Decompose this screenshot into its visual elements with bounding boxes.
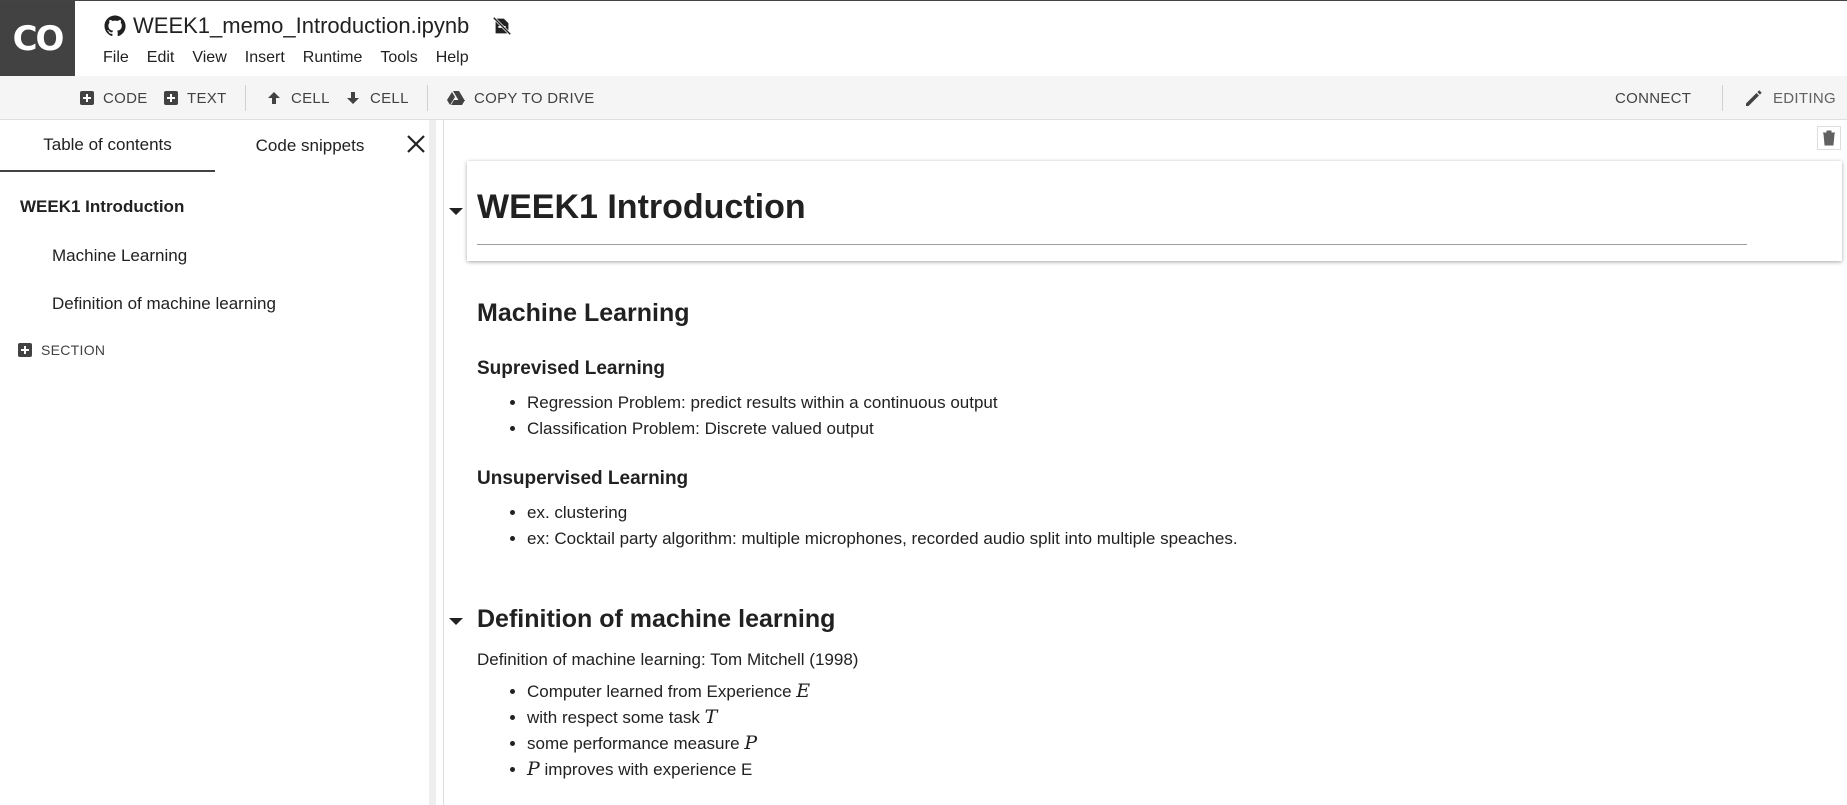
no-drive-icon[interactable] bbox=[491, 15, 513, 37]
list-item: P improves with experience E bbox=[527, 756, 810, 782]
list-item: ex: Cocktail party algorithm: multiple m… bbox=[527, 526, 1238, 552]
move-cell-down-button[interactable]: CELL bbox=[345, 76, 409, 120]
menu-runtime[interactable]: Runtime bbox=[303, 49, 363, 67]
menu-file[interactable]: File bbox=[103, 49, 129, 67]
list-item: Regression Problem: predict results with… bbox=[527, 390, 998, 416]
heading-unsupervised-learning: Unsupervised Learning bbox=[477, 468, 689, 489]
menu-edit[interactable]: Edit bbox=[147, 49, 175, 67]
list-item: Computer learned from Experience E bbox=[527, 678, 810, 704]
list-item: ex. clustering bbox=[527, 500, 1238, 526]
menu-bar: File Edit View Insert Runtime Tools Help bbox=[103, 49, 487, 67]
arrow-up-icon bbox=[268, 92, 280, 104]
add-section-label: SECTION bbox=[41, 342, 106, 358]
sidebar: Table of contents Code snippets WEEK1 In… bbox=[0, 120, 436, 805]
toolbar-divider bbox=[245, 85, 246, 111]
copy-to-drive-button[interactable]: COPY TO DRIVE bbox=[447, 76, 595, 120]
copy-to-drive-label: COPY TO DRIVE bbox=[474, 89, 595, 107]
list-text: some performance measure bbox=[527, 734, 745, 753]
heading-supervised-learning: Suprevised Learning bbox=[477, 358, 665, 379]
toc-item-machine-learning[interactable]: Machine Learning bbox=[52, 246, 187, 266]
menu-view[interactable]: View bbox=[192, 49, 226, 67]
move-cell-up-button[interactable]: CELL bbox=[266, 76, 330, 120]
add-code-button[interactable]: CODE bbox=[80, 76, 148, 120]
toolbar: CODE TEXT CELL CELL COPY TO DRIVE CONNEC… bbox=[0, 76, 1847, 120]
math-var: T bbox=[704, 706, 718, 728]
toc-item-week1-introduction[interactable]: WEEK1 Introduction bbox=[20, 197, 184, 217]
notebook-title[interactable]: WEEK1_memo_Introduction.ipynb bbox=[133, 13, 469, 39]
add-section-button[interactable]: SECTION bbox=[18, 342, 105, 358]
github-icon bbox=[104, 15, 126, 37]
definition-list: Computer learned from Experience E with … bbox=[504, 678, 810, 782]
collapse-section-toggle[interactable] bbox=[449, 618, 463, 625]
editing-mode-button[interactable]: EDITING bbox=[1744, 76, 1836, 120]
heading-machine-learning: Machine Learning bbox=[477, 299, 690, 327]
plus-box-icon bbox=[80, 91, 94, 105]
tab-table-of-contents[interactable]: Table of contents bbox=[0, 120, 215, 172]
math-var: P bbox=[527, 758, 540, 780]
menu-help[interactable]: Help bbox=[436, 49, 469, 67]
list-text: improves with experience E bbox=[539, 760, 753, 779]
menu-insert[interactable]: Insert bbox=[245, 49, 285, 67]
collapse-section-toggle[interactable] bbox=[449, 208, 463, 215]
google-drive-icon bbox=[447, 91, 465, 105]
app-header: CO WEEK1_memo_Introduction.ipynb File Ed… bbox=[0, 0, 1847, 76]
heading-week1-introduction: WEEK1 Introduction bbox=[477, 188, 806, 226]
plus-box-icon bbox=[164, 91, 178, 105]
supervised-list: Regression Problem: predict results with… bbox=[504, 390, 998, 442]
math-var: P bbox=[744, 732, 758, 754]
list-item: with respect some task T bbox=[527, 704, 810, 730]
trash-icon bbox=[1823, 130, 1835, 146]
editing-label: EDITING bbox=[1773, 89, 1836, 107]
heading-definition-of-machine-learning: Definition of machine learning bbox=[477, 605, 836, 633]
heading-rule bbox=[477, 244, 1747, 245]
connect-button[interactable]: CONNECT bbox=[1615, 76, 1691, 120]
delete-cell-button[interactable] bbox=[1817, 126, 1841, 150]
add-text-button[interactable]: TEXT bbox=[164, 76, 227, 120]
definition-intro: Definition of machine learning: Tom Mitc… bbox=[477, 650, 859, 669]
move-cell-up-label: CELL bbox=[291, 89, 330, 107]
add-text-label: TEXT bbox=[187, 89, 227, 107]
tab-code-snippets[interactable]: Code snippets bbox=[215, 120, 405, 172]
plus-box-icon bbox=[18, 343, 32, 357]
connect-label: CONNECT bbox=[1615, 89, 1692, 107]
move-cell-down-label: CELL bbox=[370, 89, 409, 107]
sidebar-tabs: Table of contents Code snippets bbox=[0, 120, 429, 172]
list-text: with respect some task bbox=[527, 708, 705, 727]
arrow-down-icon bbox=[347, 92, 359, 104]
menu-tools[interactable]: Tools bbox=[380, 49, 417, 67]
list-item: some performance measure P bbox=[527, 730, 810, 756]
unsupervised-list: ex. clustering ex: Cocktail party algori… bbox=[504, 500, 1238, 552]
toolbar-divider bbox=[1722, 85, 1723, 111]
close-icon[interactable] bbox=[404, 132, 428, 156]
colab-logo[interactable]: CO bbox=[0, 1, 75, 76]
math-var: E bbox=[796, 680, 811, 702]
toolbar-divider bbox=[427, 85, 428, 111]
title-row: WEEK1_memo_Introduction.ipynb bbox=[103, 11, 513, 41]
pencil-icon bbox=[1746, 90, 1762, 106]
toc-item-definition[interactable]: Definition of machine learning bbox=[52, 294, 276, 314]
notebook-area: WEEK1 Introduction Machine Learning Supr… bbox=[443, 120, 1847, 805]
list-text: Computer learned from Experience bbox=[527, 682, 797, 701]
add-code-label: CODE bbox=[103, 89, 148, 107]
list-item: Classification Problem: Discrete valued … bbox=[527, 416, 998, 442]
